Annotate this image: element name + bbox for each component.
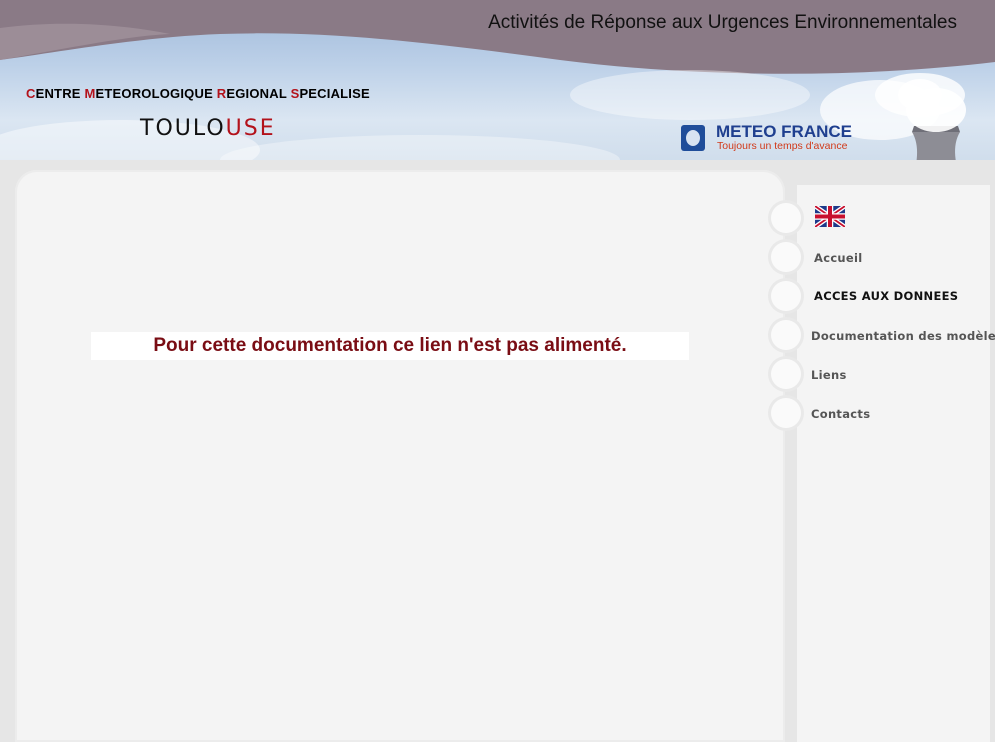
uk-flag-icon[interactable] [815,206,845,227]
sidebar-item-documentation-des-modeles[interactable]: Documentation des modèles [811,329,995,343]
logo-name: METEO FRANCE [716,122,852,141]
info-message: Pour cette documentation ce lien n'est p… [153,335,627,356]
logo-tagline: Toujours un temps d'avance [717,140,848,152]
sidebar-item-contacts[interactable]: Contacts [811,407,870,421]
nav-bullet [771,398,801,428]
main-content-panel [15,170,785,742]
city-name: TOULOUSE [140,116,276,141]
sidebar-item-liens[interactable]: Liens [811,368,847,382]
center-name: CENTRE METEOROLOGIQUE REGIONAL SPECIALIS… [26,86,370,101]
sidebar-item-acces-aux-donnees[interactable]: ACCES AUX DONNEES [814,289,958,303]
meteo-france-logo-icon [681,125,705,151]
sidebar-item-accueil[interactable]: Accueil [814,251,863,265]
nav-bullet [771,281,801,311]
meteo-france-logo: METEO FRANCE Toujours un temps d'avance [681,122,871,157]
nav-bullet [771,242,801,272]
header-banner: Activités de Réponse aux Urgences Enviro… [0,0,995,185]
sidebar-nav [797,185,990,742]
message-box: Pour cette documentation ce lien n'est p… [91,332,689,360]
nav-bullet [771,203,801,233]
page-title: Activités de Réponse aux Urgences Enviro… [488,12,957,33]
nav-bullet [771,359,801,389]
nav-bullet [771,320,801,350]
